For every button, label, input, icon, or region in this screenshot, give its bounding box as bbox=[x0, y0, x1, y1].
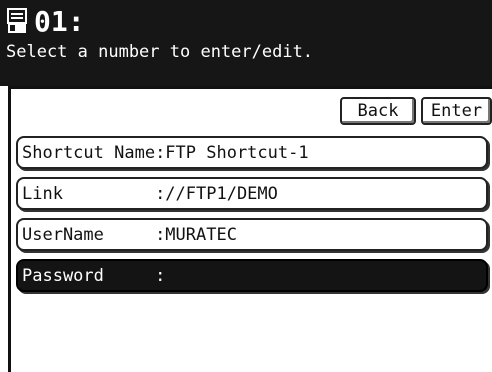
field-value: :FTP Shortcut-1 bbox=[155, 142, 309, 163]
enter-button[interactable]: Enter bbox=[421, 97, 492, 125]
field-value: :MURATEC bbox=[155, 224, 237, 245]
field-label: UserName bbox=[22, 224, 156, 245]
title-row: 01: bbox=[6, 2, 85, 40]
link-field[interactable]: Link ://FTP1/DEMO bbox=[16, 177, 488, 210]
field-label: Password bbox=[22, 265, 156, 286]
fax-machine-icon bbox=[6, 7, 28, 35]
field-value: : bbox=[155, 265, 166, 286]
field-label: Link bbox=[22, 183, 156, 204]
field-value: ://FTP1/DEMO bbox=[155, 183, 278, 204]
shortcut-number: 01: bbox=[34, 4, 85, 38]
instruction-text: Select a number to enter/edit. bbox=[6, 42, 314, 62]
shortcut-name-field[interactable]: Shortcut Name:FTP Shortcut-1 bbox=[16, 136, 488, 169]
screen-header: 01: Select a number to enter/edit. bbox=[0, 0, 492, 86]
back-button[interactable]: Back bbox=[340, 97, 416, 125]
username-field[interactable]: UserName :MURATEC bbox=[16, 218, 488, 251]
password-field[interactable]: Password : bbox=[16, 259, 488, 292]
field-label: Shortcut Name bbox=[22, 142, 156, 163]
